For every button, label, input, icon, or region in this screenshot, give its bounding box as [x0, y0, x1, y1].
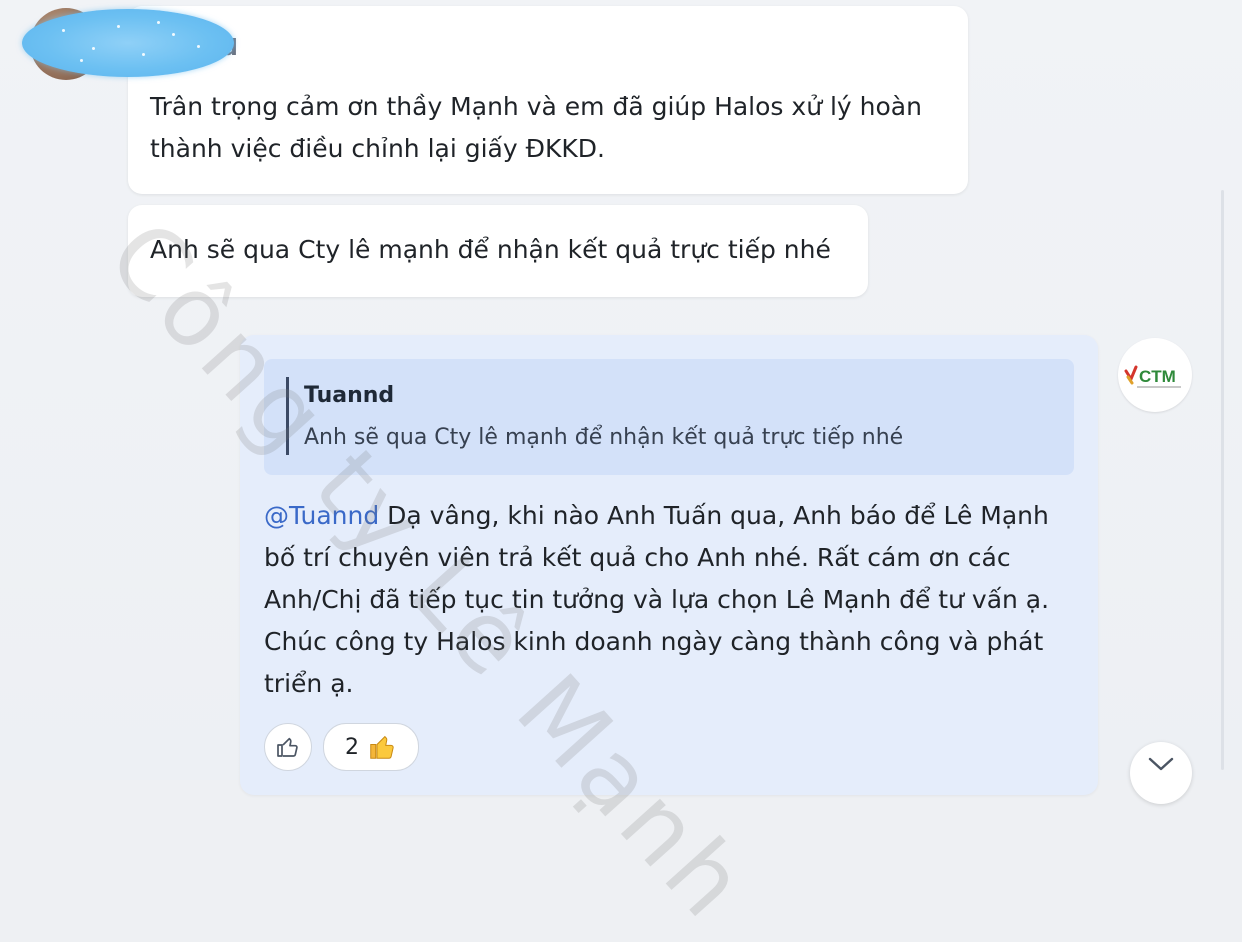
- scrollbar-track[interactable]: [1221, 190, 1224, 770]
- quote-bar: [286, 377, 289, 455]
- reaction-count: 2: [345, 734, 359, 760]
- chat-area: d Trân trọng cảm ơn thầy Mạnh và em đã g…: [0, 0, 1242, 942]
- message-bubble[interactable]: Anh sẽ qua Cty lê mạnh để nhận kết quả t…: [128, 205, 868, 297]
- scroll-down-button[interactable]: [1130, 742, 1192, 804]
- like-button[interactable]: [264, 723, 312, 771]
- quoted-sender-name: Tuannd: [304, 383, 395, 408]
- chevron-down-icon: [1148, 757, 1174, 771]
- reply-text: @Tuannd Dạ vâng, khi nào Anh Tuấn qua, A…: [264, 495, 1064, 705]
- reaction-summary[interactable]: 2: [323, 723, 419, 771]
- blurred-sender-name: [22, 9, 234, 77]
- thumbs-up-emoji-icon: [370, 735, 394, 759]
- reply-message-bubble[interactable]: Tuannd Anh sẽ qua Cty lê mạnh để nhận kế…: [240, 335, 1098, 795]
- message-text: Trân trọng cảm ơn thầy Mạnh và em đã giú…: [150, 92, 922, 163]
- mention-link[interactable]: @Tuannd: [264, 501, 379, 530]
- company-logo-icon: CTM: [1124, 365, 1181, 388]
- quoted-text: Anh sẽ qua Cty lê mạnh để nhận kết quả t…: [304, 425, 904, 450]
- message-bubble[interactable]: d Trân trọng cảm ơn thầy Mạnh và em đã g…: [128, 6, 968, 194]
- logo-text: CTM: [1139, 367, 1176, 386]
- message-text: Anh sẽ qua Cty lê mạnh để nhận kết quả t…: [150, 235, 831, 264]
- quoted-message[interactable]: Tuannd Anh sẽ qua Cty lê mạnh để nhận kế…: [264, 359, 1074, 475]
- company-avatar[interactable]: CTM: [1118, 338, 1192, 412]
- reply-body: Dạ vâng, khi nào Anh Tuấn qua, Anh báo đ…: [264, 501, 1050, 698]
- thumbs-up-outline-icon: [277, 737, 298, 757]
